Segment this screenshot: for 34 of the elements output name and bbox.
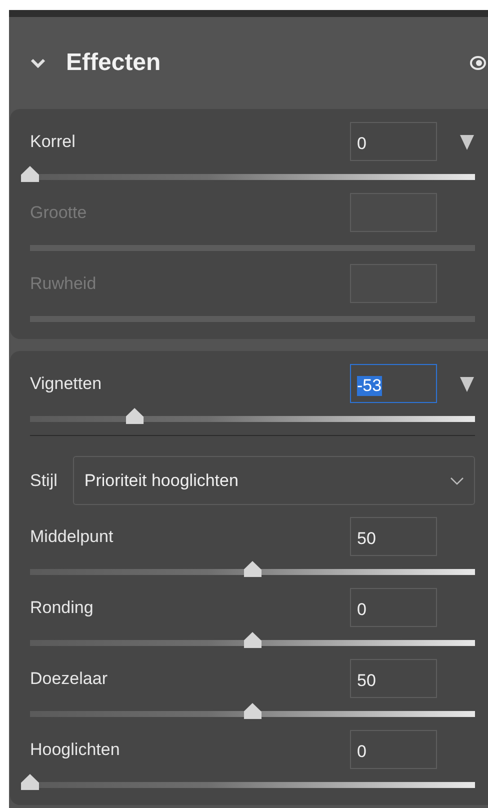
field-value: 0 (357, 742, 366, 762)
value-field[interactable]: 50 (350, 659, 437, 698)
style-dropdown[interactable]: Prioriteit hooglichten (73, 456, 475, 505)
panel-title: Effecten (66, 49, 162, 77)
slider-thumb[interactable] (21, 774, 39, 790)
slider-label: Korrel (30, 132, 76, 152)
chevron-down-icon[interactable] (30, 58, 46, 68)
slider-thumb[interactable] (126, 408, 144, 424)
chevron-down-icon (450, 476, 464, 484)
slider-label: Hooglichten (30, 740, 121, 760)
eye-icon[interactable] (470, 56, 486, 70)
value-field[interactable]: 0 (350, 122, 437, 161)
field-value: 50 (357, 528, 376, 548)
slider-label: Vignetten (30, 374, 103, 394)
field-value: 50 (357, 670, 376, 690)
field-value: 0 (357, 134, 366, 154)
value-field[interactable] (350, 264, 437, 303)
style-label: Stijl (30, 470, 58, 490)
slider-label: Ronding (30, 598, 94, 618)
slider-thumb[interactable] (244, 703, 262, 719)
field-value: 0 (357, 600, 366, 620)
value-field[interactable] (350, 193, 437, 232)
value-field[interactable]: 0 (350, 730, 437, 769)
slider-label: Middelpunt (30, 526, 114, 546)
triangle-menu-icon[interactable] (459, 374, 475, 392)
value-field[interactable]: 50 (350, 517, 437, 556)
slider-thumb[interactable] (21, 166, 39, 182)
triangle-menu-icon[interactable] (459, 132, 475, 150)
slider-thumb[interactable] (244, 632, 262, 648)
slider-label: Doezelaar (30, 668, 108, 688)
slider-thumb[interactable] (244, 561, 262, 577)
selected-value: -53 (357, 376, 382, 396)
value-field[interactable]: 0 (350, 588, 437, 627)
value-field[interactable]: -53 (350, 364, 437, 403)
